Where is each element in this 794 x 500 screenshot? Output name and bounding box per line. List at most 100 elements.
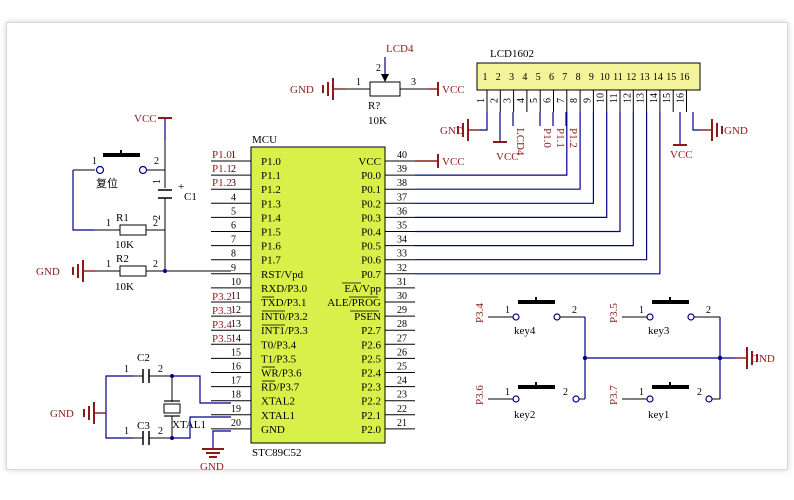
net-label-p3-2: P3.2 xyxy=(212,291,232,303)
mcu-part: STC89C52 xyxy=(252,447,302,459)
lcd-pin-number-top: 9 xyxy=(589,72,594,83)
r2-value: 10K xyxy=(115,281,134,293)
mcu-pin-name: P0.5 xyxy=(361,241,381,253)
mcu-pin-name: P1.6 xyxy=(261,241,281,253)
key4-actuator xyxy=(518,300,555,304)
key3-label: key3 xyxy=(648,325,670,337)
r2-pin2: 2 xyxy=(153,259,158,270)
mcu-pin-number: 9 xyxy=(231,263,236,274)
mcu-pin-number: 40 xyxy=(397,150,407,161)
net-label-p3-3: P3.3 xyxy=(212,305,232,317)
gnd-label-crystal: GND xyxy=(50,408,74,420)
mcu-pin-number: 32 xyxy=(397,263,407,274)
lcd-pin-number-top: 16 xyxy=(680,72,690,83)
lcd-pin-number-bottom: 7 xyxy=(556,98,567,103)
mcu-pin-number: 24 xyxy=(397,376,407,387)
vcc-label-mcu: VCC xyxy=(442,156,465,168)
mcu-pin-name: EA/Vpp xyxy=(344,283,381,295)
mcu-pin-name: RD/P3.7 xyxy=(261,382,300,394)
lcd-pin-number-bottom: 1 xyxy=(476,98,487,103)
lcd-pin-number-top: 12 xyxy=(626,72,636,83)
mcu-pin-number: 28 xyxy=(397,319,407,330)
mcu-pin-name: P1.0 xyxy=(261,156,281,168)
r2-pin1: 1 xyxy=(106,259,111,270)
pot-wiper-net: LCD4 xyxy=(386,43,414,55)
reset-switch-label: 复位 xyxy=(96,176,118,190)
lcd-pin-number-top: 5 xyxy=(536,72,541,83)
lcd-pin-number-top: 15 xyxy=(666,72,676,83)
mcu-pin-name: P1.4 xyxy=(261,212,281,224)
pot-body xyxy=(369,81,401,97)
mcu-pin-name: XTAL2 xyxy=(261,396,295,408)
key4-pin1: 1 xyxy=(505,305,510,316)
mcu-pin-number: 19 xyxy=(231,404,241,415)
mcu-pin-number: 37 xyxy=(397,192,407,203)
lcd-gnd-right: GND xyxy=(692,112,748,142)
mcu-pin-number: 12 xyxy=(231,305,241,316)
r1-pin2: 2 xyxy=(153,218,158,229)
lcd-pin-number-top: 8 xyxy=(576,72,581,83)
c2-pin1: 1 xyxy=(124,364,129,375)
lcd-net-p1-1: P1.1 xyxy=(554,128,566,148)
mcu-pin-name: P0.1 xyxy=(361,184,381,196)
crystal-designator: XTAL1 xyxy=(172,419,206,431)
mcu-pin-number: 21 xyxy=(397,418,407,429)
schematic-canvas: MCU STC89C52 1P1.02P1.13P1.24P1.35P1.46P… xyxy=(36,43,775,473)
crystal-body xyxy=(163,403,181,414)
lcd-pin-number-top: 2 xyxy=(496,72,501,83)
reset-sw-pin1: 1 xyxy=(92,156,97,167)
mcu-pin-number: 25 xyxy=(397,362,407,373)
key2-switch[interactable]: P3.6 1 2 key2 xyxy=(474,382,585,421)
mcu-pin-number: 33 xyxy=(397,249,407,260)
keypad: P3.4 1 2 key4 P3.5 1 2 key3 P3.6 1 2 key… xyxy=(474,297,775,421)
mcu-pin-name: P1.3 xyxy=(261,198,281,210)
potentiometer: GND VCC LCD4 1 2 3 R? 10K xyxy=(290,43,465,127)
lcd-pin-number-top: 4 xyxy=(522,72,527,83)
lcd-pin-number-top: 10 xyxy=(600,72,610,83)
mcu-pin-number: 16 xyxy=(231,362,241,373)
pot-wiper-arrow xyxy=(381,74,389,82)
mcu-pin-name: RXD/P3.0 xyxy=(261,283,308,295)
r2-body xyxy=(119,265,147,277)
reset-switch-actuator xyxy=(103,153,140,157)
mcu-pin-name: WR/P3.6 xyxy=(261,368,302,380)
mcu-pin-name: P1.7 xyxy=(261,255,281,267)
lcd-pin-number-bottom: 5 xyxy=(529,98,540,103)
lcd-pin-number-bottom: 16 xyxy=(676,93,687,103)
mcu-pin-number: 4 xyxy=(231,192,236,203)
key4-switch[interactable]: P3.4 1 2 key4 xyxy=(474,297,585,337)
mcu-pin-name: P0.3 xyxy=(361,212,381,224)
key3-pin2: 2 xyxy=(706,305,711,316)
key3-net: P3.5 xyxy=(608,303,620,323)
vcc-label-reset: VCC xyxy=(134,113,157,125)
r1-designator: R1 xyxy=(116,212,129,224)
mcu-pin-name: P0.7 xyxy=(361,269,381,281)
mcu-pin-name: T1/P3.5 xyxy=(261,353,297,365)
mcu-pin-number: 27 xyxy=(397,333,407,344)
mcu-pin-number: 38 xyxy=(397,178,407,189)
key2-pin1: 1 xyxy=(505,387,510,398)
mcu-pin-name: P2.5 xyxy=(361,353,381,365)
key3-actuator xyxy=(652,300,689,304)
c3-pin1: 1 xyxy=(124,426,129,437)
gnd-label-keys: GND xyxy=(751,353,775,365)
lcd-pin-number-top: 11 xyxy=(613,72,623,83)
mcu-pin-number: 20 xyxy=(231,418,241,429)
lcd-pin-number-top: 6 xyxy=(549,72,554,83)
mcu-pin-name: RST/Vpd xyxy=(261,269,304,281)
key1-switch[interactable]: P3.7 1 2 key1 xyxy=(608,382,720,421)
key2-label: key2 xyxy=(514,409,535,421)
key3-switch[interactable]: P3.5 1 2 key3 xyxy=(608,297,720,337)
net-label-p3-4: P3.4 xyxy=(212,319,232,331)
r1-value: 10K xyxy=(115,239,134,251)
key1-net: P3.7 xyxy=(608,385,620,405)
mcu-pin-number: 23 xyxy=(397,390,407,401)
pot-pin2: 2 xyxy=(376,63,381,74)
lcd-pin-number-bottom: 13 xyxy=(636,93,647,103)
crystal-circuit: C2 1 2 C3 1 2 GND XTAL1 xyxy=(50,352,231,445)
lcd-pin-number-bottom: 10 xyxy=(596,93,607,103)
mcu-pin-number: 39 xyxy=(397,164,407,175)
c2-designator: C2 xyxy=(137,352,150,364)
mcu-pin-number: 8 xyxy=(231,249,236,260)
lcd-gnd-left: GND xyxy=(440,112,488,142)
